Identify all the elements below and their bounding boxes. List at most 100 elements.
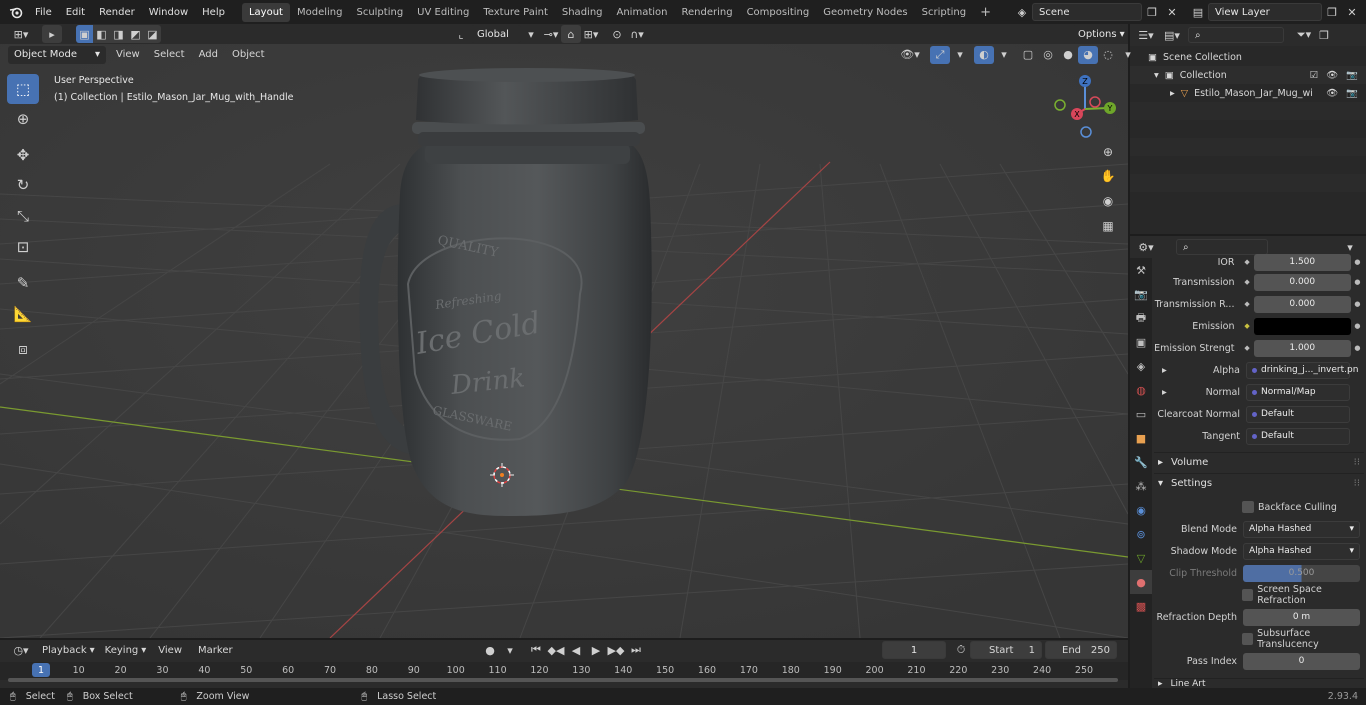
menu-window[interactable]: Window [142,7,195,18]
select-new-icon[interactable]: ▣ [76,25,93,43]
mode-select[interactable]: Object Mode ▾ [8,45,106,64]
outliner-editor-icon[interactable]: ☰▾ [1136,26,1156,44]
transmission-field[interactable]: 0.000 [1253,273,1351,291]
expand-icon[interactable]: ▸ [1162,387,1167,398]
tangent-field[interactable]: Default [1246,427,1350,445]
record-icon[interactable]: ● [480,641,500,659]
viewport-menu-object[interactable]: Object [232,49,265,60]
render-tab-icon[interactable]: 📷 [1130,282,1152,306]
pass-index-field[interactable]: 0 [1243,652,1360,670]
proportional-edit-icon[interactable]: ⊙ [607,25,627,43]
menu-file[interactable]: File [28,7,59,18]
object-tab-icon[interactable]: ■ [1130,426,1152,450]
settings-section-header[interactable]: ▾ Settings ⁝⁝ [1154,473,1364,493]
modifier-tab-icon[interactable]: 🔧 [1130,450,1152,474]
scene-name-field[interactable]: Scene [1032,3,1142,21]
screen-space-refraction-row[interactable]: Screen Space Refraction [1154,584,1366,606]
add-workspace-button[interactable]: + [973,1,998,24]
normal-link-field[interactable]: Normal/Map [1246,383,1350,401]
viewport-menu-select[interactable]: Select [154,49,185,60]
expand-icon[interactable]: ▸ [1162,365,1167,376]
socket-icon[interactable]: ◆ [1240,254,1253,271]
timeline-menu-marker[interactable]: Marker [198,645,233,656]
subsurface-translucency-checkbox[interactable] [1242,633,1254,645]
viewport-menu-add[interactable]: Add [199,49,218,60]
data-tab-icon[interactable]: ▽ [1130,546,1152,570]
line-art-section-header[interactable]: ▸ Line Art [1154,678,1364,688]
select-tool-icon[interactable]: ▸ [42,25,62,43]
scale-tool-icon[interactable]: ⤡ [7,201,39,231]
keyframe-dot-icon[interactable]: ● [1351,254,1364,271]
timeline-editor-icon[interactable]: ◷▾ [6,641,36,659]
emission-strength-field[interactable]: 1.000 [1253,339,1351,357]
move-tool-icon[interactable]: ✥ [7,140,39,170]
rendered-shading-icon[interactable]: ◌ [1098,46,1118,64]
timeline-scrollbar[interactable] [8,678,1118,682]
measure-tool-icon[interactable]: 📐 [7,299,39,329]
rotate-tool-icon[interactable]: ↻ [7,170,39,200]
tab-compositing[interactable]: Compositing [740,3,817,22]
material-shading-icon[interactable]: ◕ [1078,45,1098,64]
keyframe-dot-icon[interactable]: ● [1351,274,1364,291]
tab-sculpting[interactable]: Sculpting [349,3,410,22]
select-extend-icon[interactable]: ◧ [93,25,110,43]
socket-icon[interactable]: ◆ [1240,274,1253,291]
end-frame-field[interactable]: End 250 [1045,641,1117,659]
outliner-row-scene-collection[interactable]: ▣ Scene Collection [1130,48,1366,66]
timeline-menu-keying[interactable]: Keying [105,645,139,656]
editor-type-icon[interactable]: ⊞▾ [6,25,36,43]
properties-editor-icon[interactable]: ⚙▾ [1136,238,1156,256]
eye-icon[interactable]: 👁 [1326,88,1338,99]
copy-scene-icon[interactable]: ❐ [1142,3,1162,21]
new-collection-icon[interactable]: ❐ [1314,26,1334,44]
select-subtract-icon[interactable]: ◨ [110,25,127,43]
timeline-menu-view[interactable]: View [158,645,182,656]
tab-shading[interactable]: Shading [555,3,610,22]
socket-icon[interactable]: ◆ [1240,340,1253,357]
menu-edit[interactable]: Edit [59,7,92,18]
cursor-tool-icon[interactable]: ⊕ [7,104,39,134]
zoom-icon[interactable]: ⊕ [1098,142,1118,162]
close-scene-icon[interactable]: ✕ [1162,3,1182,21]
solid-shading-icon[interactable]: ● [1058,46,1078,64]
overlay-dropdown-icon[interactable]: ▾ [994,46,1014,64]
tab-texture-paint[interactable]: Texture Paint [476,3,555,22]
overlay-icon[interactable]: ◐ [974,45,994,64]
snap-target-icon[interactable]: ⊞▾ [581,25,601,43]
snap-icon[interactable]: ⌂ [561,25,581,43]
select-difference-icon[interactable]: ◩ [127,25,144,43]
clip-threshold-slider[interactable]: 0.500 [1243,564,1360,582]
output-tab-icon[interactable]: 🖶 [1130,306,1152,330]
tab-rendering[interactable]: Rendering [674,3,739,22]
falloff-icon[interactable]: ∩▾ [627,25,647,43]
keyframe-dot-icon[interactable]: ● [1351,296,1364,313]
collection-tab-icon[interactable]: ▭ [1130,402,1152,426]
camera-view-icon[interactable]: ◉ [1098,191,1118,211]
jump-start-icon[interactable]: ⏮ [526,641,546,659]
drag-handle-icon[interactable]: ⁝⁝ [1354,457,1360,468]
socket-icon[interactable]: ◆ [1240,296,1253,313]
display-mode-icon[interactable]: ▤▾ [1162,26,1182,44]
eye-icon[interactable]: 👁 [1326,70,1338,81]
shadow-mode-select[interactable]: Alpha Hashed ▾ [1243,542,1360,560]
filter-icon[interactable]: ⏷▾ [1294,26,1314,44]
view-layer-tab-icon[interactable]: ▣ [1130,330,1152,354]
start-frame-field[interactable]: Start 1 [970,641,1042,659]
3d-viewport[interactable]: QUALITY Refreshing Ice Cold Drink GLASSW… [0,44,1128,638]
select-box-tool-icon[interactable]: ⬚ [7,74,39,104]
timeline-menu-playback[interactable]: Playback [42,645,87,656]
frame-ruler[interactable]: 1 10 20 30 40 50 60 70 80 90 100 110 120 130 140 150 160… [0,662,1128,682]
play-reverse-icon[interactable]: ◀ [566,641,586,659]
world-tab-icon[interactable]: ◍ [1130,378,1152,402]
checkbox-icon[interactable]: ☑ [1310,70,1319,81]
clearcoat-normal-field[interactable]: Default [1246,405,1350,423]
camera-icon[interactable]: 📷 [1346,70,1358,81]
transform-orientation-select[interactable]: Global [471,25,521,43]
view-layer-icon[interactable]: ▤ [1188,3,1208,21]
blender-logo-icon[interactable] [4,3,28,21]
keyframe-dot-icon[interactable]: ● [1351,318,1364,335]
pivot-icon[interactable]: ⊸▾ [541,25,561,43]
view-layer-field[interactable]: View Layer [1208,3,1322,21]
material-tab-icon[interactable]: ● [1130,570,1152,594]
tab-scripting[interactable]: Scripting [915,3,973,22]
